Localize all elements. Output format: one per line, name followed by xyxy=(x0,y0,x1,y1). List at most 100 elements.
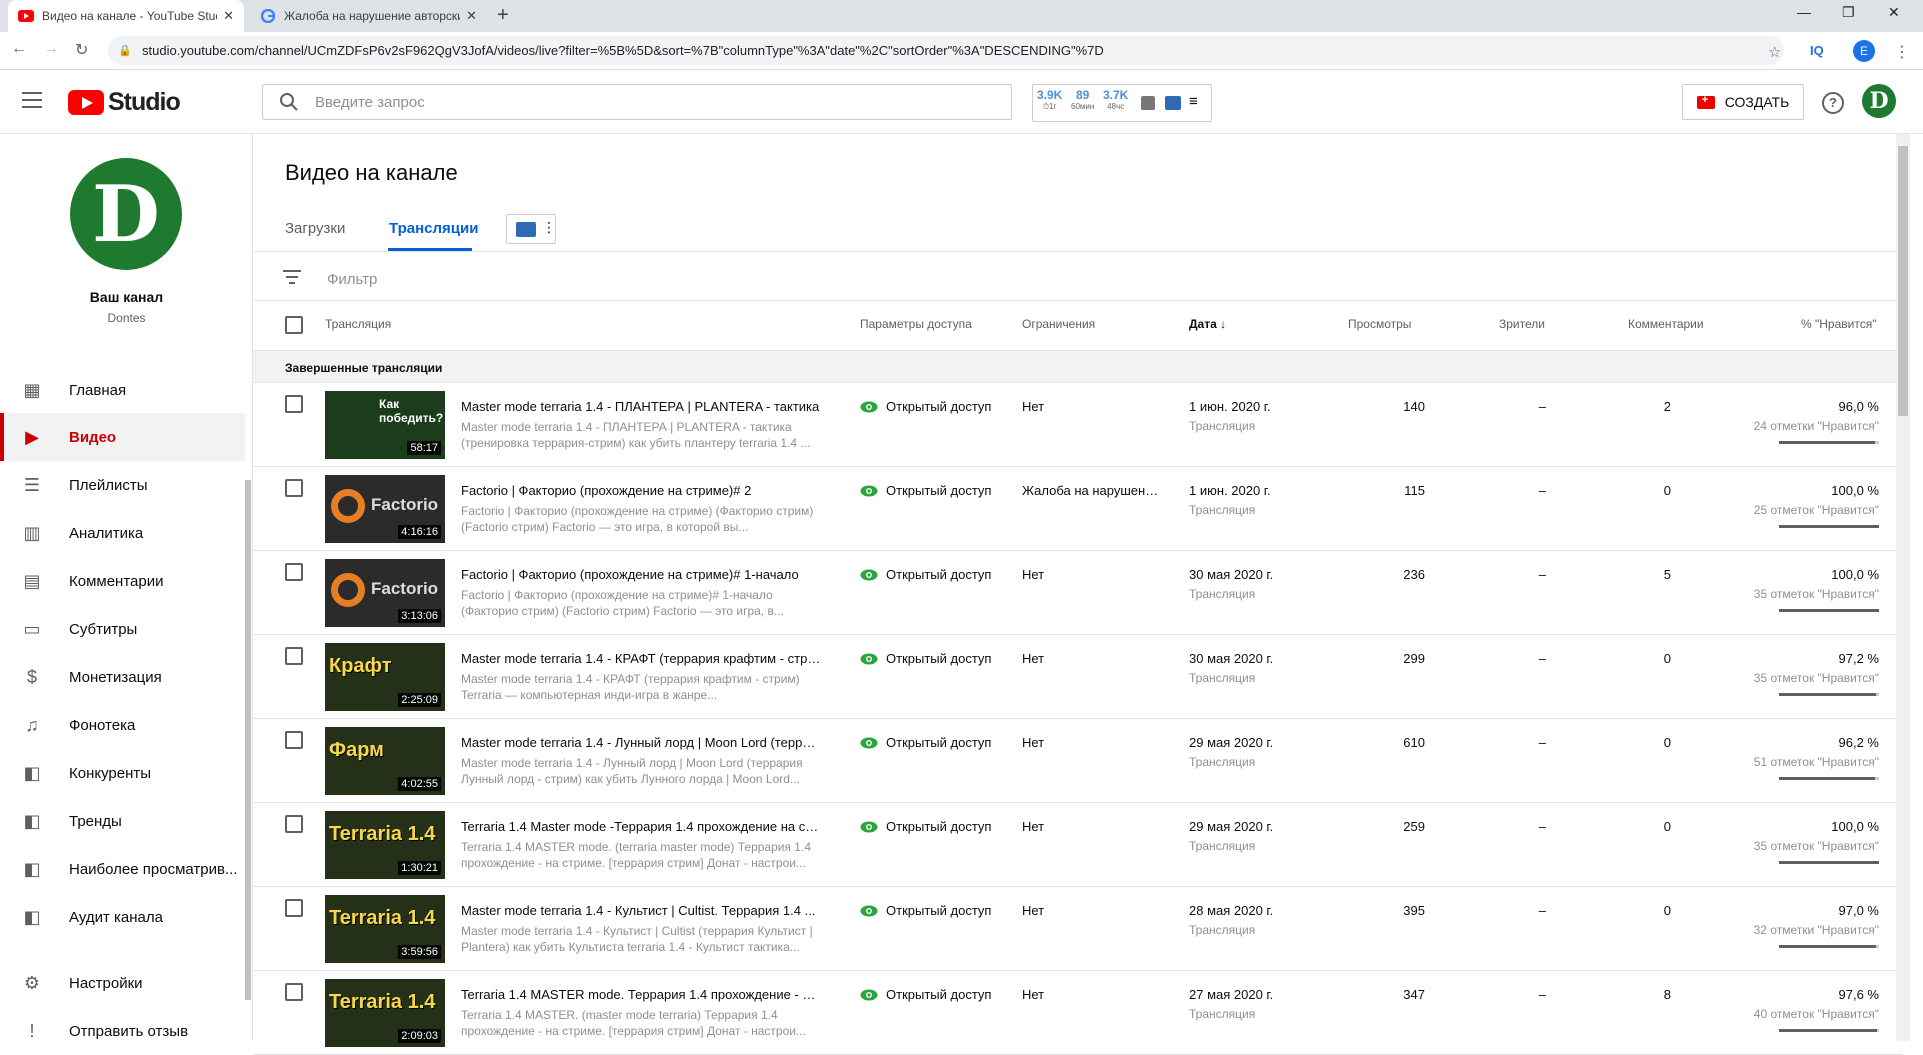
sidebar-scrollbar[interactable] xyxy=(245,480,251,1000)
video-thumbnail[interactable]: Как победить? 58:17 xyxy=(325,391,445,459)
help-icon[interactable]: ? xyxy=(1822,92,1844,114)
forward-icon[interactable]: → xyxy=(43,40,59,58)
row-checkbox[interactable] xyxy=(285,647,303,665)
table-row[interactable]: Как победить? 58:17 Master mode terraria 1… xyxy=(253,383,1903,467)
sidebar-item-1[interactable]: ▶ Видео xyxy=(0,413,245,461)
table-row[interactable]: Factorio 3:13:06 Factorio | Факторио (прох… xyxy=(253,551,1903,635)
visibility-dropdown[interactable]: Открытый доступ xyxy=(860,651,991,666)
table-row[interactable]: Terraria 1.4 3:59:56 Master mode terraria … xyxy=(253,887,1903,971)
visibility-dropdown[interactable]: Открытый доступ xyxy=(860,735,991,750)
profile-avatar[interactable]: E xyxy=(1853,40,1875,62)
browser-tabstrip: Видео на канале - YouTube Studio ✕ Жалоб… xyxy=(0,0,1923,32)
video-thumbnail[interactable]: Factorio 3:13:06 xyxy=(325,559,445,627)
row-checkbox[interactable] xyxy=(285,815,303,833)
close-tab-icon[interactable]: ✕ xyxy=(466,8,477,24)
sidebar-item-2[interactable]: ☰ Плейлисты xyxy=(0,461,245,509)
bookmark-star-icon[interactable]: ☆ xyxy=(1768,43,1781,61)
vidiq-stats-widget[interactable]: 3.9K ⏱1г 89 60мин 3.7K 48чс ≡ xyxy=(1032,84,1212,122)
main-scrollbar[interactable] xyxy=(1898,146,1908,416)
video-description: Terraria 1.4 MASTER mode. (terraria mast… xyxy=(461,840,811,870)
browser-tab-complaint[interactable]: Жалоба на нарушение авторских прав ✕ xyxy=(250,0,490,32)
sidebar-item-0[interactable]: ▦ Главная xyxy=(0,366,245,414)
table-row[interactable]: Terraria 1.4 2:09:03 Terraria 1.4 MASTER m… xyxy=(253,971,1903,1055)
row-checkbox[interactable] xyxy=(285,899,303,917)
hamburger-menu-icon[interactable] xyxy=(22,92,42,113)
vidiq-extension-icon[interactable]: IQ xyxy=(1810,43,1824,58)
eye-icon xyxy=(860,989,878,1000)
table-row[interactable]: Terraria 1.4 1:30:21 Terraria 1.4 Master m… xyxy=(253,803,1903,887)
video-thumbnail[interactable]: Фарм 4:02:55 xyxy=(325,727,445,795)
video-title[interactable]: Terraria 1.4 Master mode -Террария 1.4 п… xyxy=(461,819,821,834)
sidebar-item-9[interactable]: ◧ Тренды xyxy=(0,797,245,845)
video-thumbnail[interactable]: Factorio 4:16:16 xyxy=(325,475,445,543)
video-description: Master mode terraria 1.4 - ПЛАНТЕРА | PL… xyxy=(461,420,811,450)
window-close-icon[interactable]: ✕ xyxy=(1888,4,1900,21)
video-thumbnail[interactable]: Terraria 1.4 1:30:21 xyxy=(325,811,445,879)
visibility-dropdown[interactable]: Открытый доступ xyxy=(860,483,991,498)
tab-live[interactable]: Трансляции xyxy=(389,220,478,237)
search-input[interactable]: Введите запрос xyxy=(262,84,1012,120)
browser-menu-icon[interactable]: ⋮ xyxy=(1894,42,1910,62)
filter-bar[interactable]: Фильтр xyxy=(283,270,377,288)
channel-avatar[interactable]: D xyxy=(70,158,182,270)
address-bar[interactable]: 🔒 studio.youtube.com/channel/UCmZDFsP6v2… xyxy=(108,36,1784,65)
sidebar-item-13[interactable]: ! Отправить отзыв xyxy=(0,1007,245,1055)
visibility-dropdown[interactable]: Открытый доступ xyxy=(860,903,991,918)
vidiq-icon[interactable] xyxy=(1165,96,1181,110)
restore-icon[interactable]: ❐ xyxy=(1842,4,1855,21)
studio-logo[interactable]: Studio xyxy=(68,88,181,117)
list-icon[interactable]: ≡ xyxy=(1189,93,1198,110)
video-thumbnail[interactable]: Terraria 1.4 3:59:56 xyxy=(325,895,445,963)
row-checkbox[interactable] xyxy=(285,563,303,581)
video-title[interactable]: Factorio | Факторио (прохождение на стри… xyxy=(461,483,821,498)
restriction-text[interactable]: Жалоба на нарушение авторских прав xyxy=(1022,483,1162,498)
video-icon: ▶ xyxy=(25,426,39,447)
vidiq-tab-button[interactable]: ⋮ xyxy=(506,214,556,244)
visibility-dropdown[interactable]: Открытый доступ xyxy=(860,567,991,582)
row-checkbox[interactable] xyxy=(285,395,303,413)
video-title[interactable]: Master mode terraria 1.4 - КРАФТ (террар… xyxy=(461,651,821,666)
tab-uploads[interactable]: Загрузки xyxy=(285,220,345,237)
likes-count: 40 отметок "Нравится" xyxy=(1753,1007,1879,1021)
create-button[interactable]: СОЗДАТЬ xyxy=(1682,84,1804,120)
sidebar-item-3[interactable]: ▥ Аналитика xyxy=(0,509,245,557)
lock-icon: 🔒 xyxy=(118,44,132,57)
visibility-dropdown[interactable]: Открытый доступ xyxy=(860,819,991,834)
select-all-checkbox[interactable] xyxy=(285,316,303,334)
sidebar-item-5[interactable]: ▭ Субтитры xyxy=(0,605,245,653)
row-checkbox[interactable] xyxy=(285,983,303,1001)
reload-icon[interactable]: ↻ xyxy=(75,40,88,60)
video-title[interactable]: Master mode terraria 1.4 - Лунный лорд |… xyxy=(461,735,821,750)
sidebar-item-11[interactable]: ◧ Аудит канала xyxy=(0,893,245,941)
visibility-dropdown[interactable]: Открытый доступ xyxy=(860,987,991,1002)
sidebar-item-4[interactable]: ▤ Комментарии xyxy=(0,557,245,605)
video-title[interactable]: Terraria 1.4 MASTER mode. Террария 1.4 п… xyxy=(461,987,821,1002)
visibility-dropdown[interactable]: Открытый доступ xyxy=(860,399,991,414)
sidebar-item-10[interactable]: ◧ Наиболее просматрив... xyxy=(0,845,245,893)
column-date[interactable]: Дата ↓ xyxy=(1189,317,1226,331)
video-thumbnail[interactable]: Крафт 2:25:09 xyxy=(325,643,445,711)
likes-bar-fill xyxy=(1779,693,1877,696)
video-thumbnail[interactable]: Terraria 1.4 2:09:03 xyxy=(325,979,445,1047)
video-title[interactable]: Master mode terraria 1.4 - Культист | Cu… xyxy=(461,903,821,918)
back-icon[interactable]: ← xyxy=(11,40,27,58)
video-title[interactable]: Factorio | Факторио (прохождение на стри… xyxy=(461,567,821,582)
sidebar-item-6[interactable]: $ Монетизация xyxy=(0,653,245,701)
video-title[interactable]: Master mode terraria 1.4 - ПЛАНТЕРА | PL… xyxy=(461,399,821,414)
restriction-text: Нет xyxy=(1022,651,1045,666)
close-tab-icon[interactable]: ✕ xyxy=(223,8,234,24)
sidebar-item-8[interactable]: ◧ Конкуренты xyxy=(0,749,245,797)
browser-tab-studio[interactable]: Видео на канале - YouTube Studio ✕ xyxy=(8,0,244,32)
new-tab-button[interactable]: + xyxy=(497,4,509,27)
sidebar-item-12[interactable]: ⚙ Настройки xyxy=(0,959,245,1007)
account-avatar[interactable]: D xyxy=(1862,84,1896,118)
minimize-icon[interactable]: — xyxy=(1797,4,1811,20)
sidebar-item-7[interactable]: ♫ Фонотека xyxy=(0,701,245,749)
row-checkbox[interactable] xyxy=(285,479,303,497)
restriction-text: Нет xyxy=(1022,399,1045,414)
row-checkbox[interactable] xyxy=(285,731,303,749)
chart-icon[interactable] xyxy=(1141,96,1155,110)
table-row[interactable]: Factorio 4:16:16 Factorio | Факторио (прох… xyxy=(253,467,1903,551)
table-row[interactable]: Фарм 4:02:55 Master mode terraria 1.4 - Лу… xyxy=(253,719,1903,803)
table-row[interactable]: Крафт 2:25:09 Master mode terraria 1.4 - К… xyxy=(253,635,1903,719)
